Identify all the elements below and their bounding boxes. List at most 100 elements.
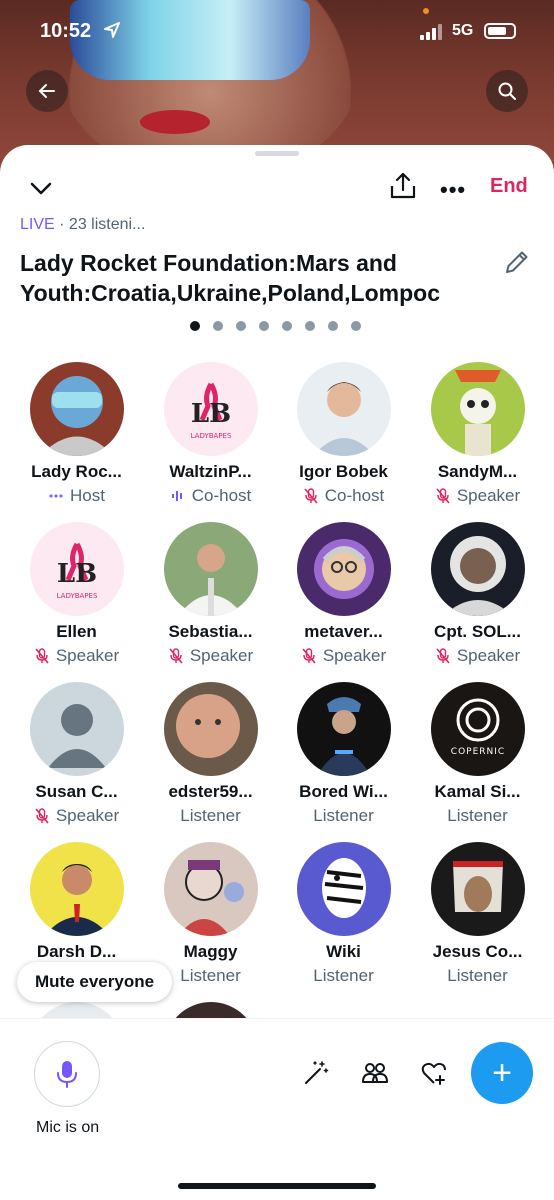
page-dot[interactable] [305,321,315,331]
participant-name: SandyM... [437,462,518,481]
avatar[interactable] [163,522,258,616]
more-icon [49,494,63,498]
page-dot[interactable] [259,321,269,331]
participant-name: Jesus Co... [432,942,523,961]
page-indicator[interactable] [190,321,361,331]
avatar[interactable] [430,842,525,936]
avatar[interactable] [296,682,391,776]
participant-role-label: Speaker [456,486,521,505]
more-options-icon[interactable]: ••• [440,177,466,203]
heart-plus-icon[interactable] [420,1059,448,1087]
page-dot[interactable] [213,321,223,331]
participant-name: Kamal Si... [434,782,521,801]
mute-everyone-button[interactable]: Mute everyone [17,962,173,1002]
status-time: 10:52 [40,20,92,42]
svg-text:LB: LB [56,559,96,589]
share-icon[interactable] [388,171,418,201]
svg-text:LADYBAPES: LADYBAPES [56,592,97,600]
participant-card[interactable]: Wiki Listener [277,842,410,986]
participant-role: Speaker [10,646,143,666]
participant-name: WaltzinP... [169,462,252,481]
participant-role: Speaker [10,806,143,826]
search-button[interactable] [486,70,528,112]
mic-off-icon [302,648,316,664]
mic-off-icon [436,648,450,664]
avatar[interactable] [29,682,124,776]
participant-role-label: Listener [447,966,508,985]
avatar[interactable] [296,362,391,456]
background-lips [140,110,210,134]
page-dot[interactable] [282,321,292,331]
participant-role-label: Host [70,486,105,505]
network-type: 5G [452,22,474,39]
avatar[interactable] [29,362,124,456]
participant-role: Speaker [411,486,544,506]
participant-name: metaver... [304,622,383,641]
back-button[interactable] [26,70,68,112]
participant-name: edster59... [168,782,253,801]
avatar[interactable] [296,522,391,616]
participant-role-label: Listener [313,806,374,825]
participant-role: Listener [411,966,544,986]
participant-role-label: Listener [180,966,241,985]
participant-card[interactable]: edster59... Listener [144,682,277,826]
mic-off-icon [35,808,49,824]
participant-role: Host [10,486,143,506]
participant-name: Lady Roc... [31,462,122,481]
participant-name: Bored Wi... [299,782,388,801]
participant-card[interactable]: Igor Bobek Co-host [277,362,410,506]
avatar[interactable] [430,522,525,616]
participant-card[interactable]: Sebastia... Speaker [144,522,277,666]
participant-role-label: Co-host [324,486,385,505]
mic-off-icon [35,648,49,664]
avatar[interactable] [163,842,258,936]
end-button[interactable]: End [490,175,528,198]
participant-card[interactable]: LB LADYBAPES Ellen Speaker [10,522,143,666]
participant-card[interactable]: COPERNIC Kamal Si... Listener [411,682,544,826]
people-icon[interactable] [361,1059,389,1087]
page-dot[interactable] [190,321,200,331]
participant-card[interactable]: Jesus Co... Listener [411,842,544,986]
avatar[interactable]: LB LADYBAPES [29,522,124,616]
participant-role: Listener [277,966,410,986]
signal-icon [420,24,442,40]
participant-role-label: Speaker [456,646,521,665]
chevron-down-icon[interactable] [28,175,54,201]
avatar[interactable] [29,842,124,936]
edit-pencil-icon[interactable] [502,247,532,277]
avatar[interactable] [163,682,258,776]
page-dot[interactable] [351,321,361,331]
speaking-icon [171,491,182,501]
avatar[interactable] [430,362,525,456]
microphone-icon [57,1061,77,1088]
participant-role-label: Listener [180,806,241,825]
participant-card[interactable]: metaver... Speaker [277,522,410,666]
participant-card[interactable]: Lady Roc... Host [10,362,143,506]
avatar[interactable]: COPERNIC [430,682,525,776]
sheet-grabber[interactable] [255,151,299,156]
sheet-toolbar: ••• End [0,169,554,205]
status-bar: 10:52 5G [0,0,554,60]
live-label: LIVE [20,216,55,233]
participant-role-label: Speaker [55,646,120,665]
participant-card[interactable]: LB LADYBAPES WaltzinP... Co-host [144,362,277,506]
participant-role-label: Co-host [191,486,252,505]
participant-card[interactable]: Cpt. SOL... Speaker [411,522,544,666]
participant-role-label: Listener [313,966,374,985]
participant-card[interactable]: Maggy Listener [144,842,277,986]
participant-card[interactable]: Susan C... Speaker [10,682,143,826]
participant-card[interactable]: Bored Wi... Listener [277,682,410,826]
add-button[interactable]: + [471,1042,533,1104]
participant-name: Cpt. SOL... [434,622,521,641]
page-dot[interactable] [328,321,338,331]
magic-wand-icon[interactable] [302,1059,330,1087]
battery-icon [484,23,516,39]
participant-role: Speaker [411,646,544,666]
mic-toggle-button[interactable] [34,1041,100,1107]
avatar[interactable]: LB LADYBAPES [163,362,258,456]
page-dot[interactable] [236,321,246,331]
participant-name: Wiki [326,942,361,961]
participant-card[interactable]: SandyM... Speaker [411,362,544,506]
avatar[interactable] [296,842,391,936]
participant-role: Speaker [144,646,277,666]
